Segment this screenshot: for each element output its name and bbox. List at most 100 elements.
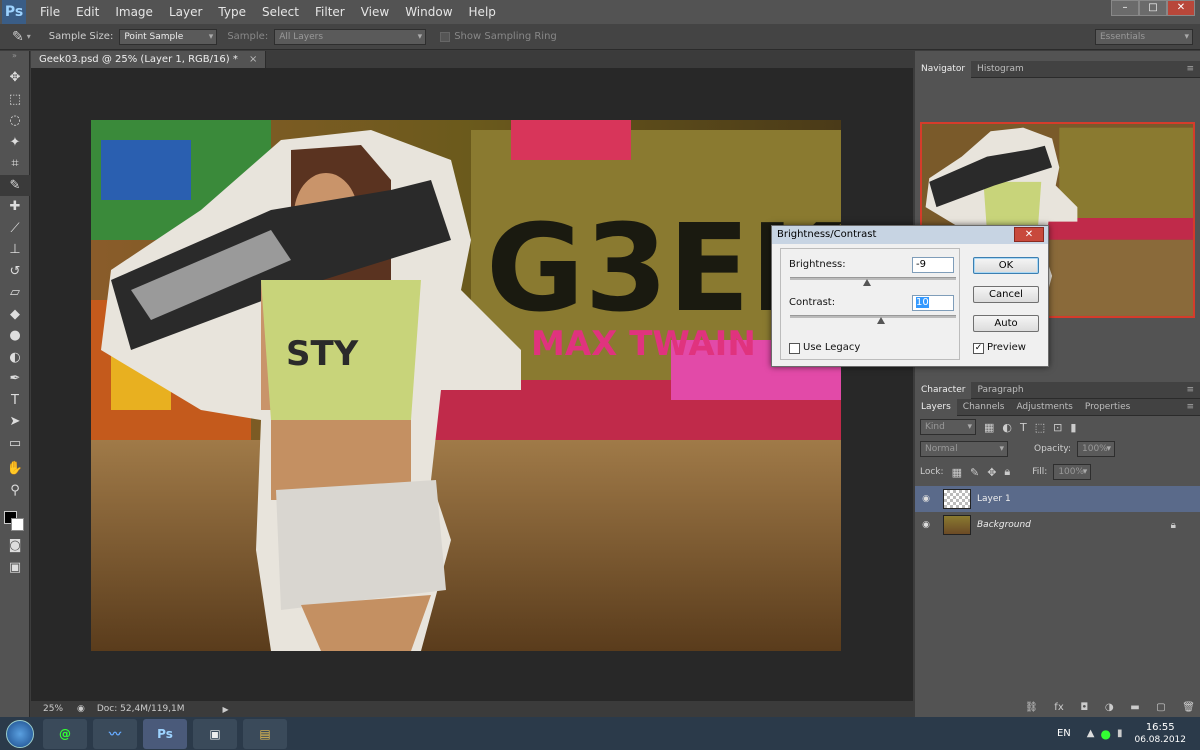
cancel-button[interactable]: Cancel <box>973 286 1039 303</box>
lock-all-icon[interactable]: 🔒︎ <box>1004 465 1010 479</box>
document-tab[interactable]: Geek03.psd @ 25% (Layer 1, RGB/16) * × <box>31 51 267 68</box>
menu-window[interactable]: Window <box>397 0 460 24</box>
language-indicator[interactable]: EN <box>1057 728 1071 739</box>
tab-adjustments[interactable]: Adjustments <box>1010 399 1078 416</box>
shape-filter-icon[interactable]: ⬚ <box>1035 421 1045 434</box>
hand-tool-icon[interactable]: ✋ <box>0 458 30 480</box>
toolbox-collapse-icon[interactable]: » <box>0 51 29 67</box>
adjustment-filter-icon[interactable]: ◐ <box>1002 421 1012 434</box>
taskbar-messenger-icon[interactable]: @ <box>43 718 87 749</box>
layers-panel-menu-icon[interactable]: ≡ <box>1186 402 1194 412</box>
zoom-level[interactable]: 25% <box>43 704 63 714</box>
menu-view[interactable]: View <box>353 0 397 24</box>
blur-tool-icon[interactable]: ● <box>0 325 30 347</box>
layer-row-background[interactable]: ◉ Background 🔒︎ <box>915 512 1200 538</box>
history-brush-tool-icon[interactable]: ↺ <box>0 261 30 283</box>
tab-layers[interactable]: Layers <box>915 398 957 416</box>
layer-kind-filter[interactable]: Kind <box>920 419 976 435</box>
dodge-tool-icon[interactable]: ◐ <box>0 347 30 369</box>
contrast-track[interactable] <box>790 315 956 318</box>
move-tool-icon[interactable]: ✥ <box>0 67 30 89</box>
document-tab-close-icon[interactable]: × <box>249 54 257 65</box>
menu-edit[interactable]: Edit <box>68 0 107 24</box>
menu-file[interactable]: File <box>32 0 68 24</box>
navigator-panel-menu-icon[interactable]: ≡ <box>1186 64 1194 74</box>
brightness-slider-thumb[interactable] <box>863 279 871 286</box>
contrast-input[interactable]: 10 <box>912 295 954 311</box>
lock-position-icon[interactable]: ✥ <box>987 466 996 479</box>
brightness-track[interactable] <box>790 277 956 280</box>
tray-network-icon[interactable]: ▮ <box>1117 728 1123 739</box>
status-menu-arrow-icon[interactable]: ▶ <box>223 705 229 714</box>
character-panel-menu-icon[interactable]: ≡ <box>1186 385 1194 395</box>
lasso-tool-icon[interactable]: ◌ <box>0 110 30 132</box>
brightness-input[interactable]: -9 <box>912 257 954 273</box>
new-group-icon[interactable]: ▬ <box>1130 702 1139 716</box>
background-color-swatch[interactable] <box>11 518 24 531</box>
type-filter-icon[interactable]: T <box>1020 421 1027 434</box>
eyedropper-icon[interactable]: ✎ <box>12 29 24 45</box>
menu-filter[interactable]: Filter <box>307 0 353 24</box>
image-canvas[interactable]: G3EK MAX TWAIN STY <box>91 120 841 651</box>
layer-mask-icon[interactable]: ◘ <box>1080 702 1088 716</box>
link-layers-icon[interactable]: ⛓ <box>1025 702 1038 716</box>
sampling-ring-checkbox[interactable] <box>440 31 451 42</box>
smart-object-filter-icon[interactable]: ⊡ <box>1053 421 1062 434</box>
tool-preset-chevron-icon[interactable]: ▾ <box>27 32 31 41</box>
fill-input[interactable]: 100% <box>1053 464 1092 480</box>
tab-histogram[interactable]: Histogram <box>971 61 1030 78</box>
color-swatches[interactable] <box>0 501 29 535</box>
paint-bucket-tool-icon[interactable]: ◆ <box>0 304 30 326</box>
tray-arrow-icon[interactable]: ▲ <box>1087 728 1095 739</box>
filter-toggle-icon[interactable]: ▮ <box>1070 421 1076 434</box>
tab-navigator[interactable]: Navigator <box>915 60 972 78</box>
layer-row-layer1[interactable]: ◉ Layer 1 <box>915 486 1200 512</box>
status-info-icon[interactable]: ◉ <box>77 704 85 714</box>
auto-button[interactable]: Auto <box>973 315 1039 332</box>
tab-character[interactable]: Character <box>915 381 972 399</box>
lock-image-icon[interactable]: ✎ <box>970 466 979 479</box>
contrast-slider-thumb[interactable] <box>877 317 885 324</box>
blend-mode-select[interactable]: Normal <box>920 441 1008 457</box>
tray-app-icon[interactable]: ● <box>1100 727 1110 741</box>
tab-properties[interactable]: Properties <box>1079 399 1136 416</box>
layer-style-icon[interactable]: fx <box>1054 702 1063 716</box>
start-button[interactable] <box>0 717 40 750</box>
crop-tool-icon[interactable]: ⌗ <box>0 153 30 175</box>
rectangle-tool-icon[interactable]: ▭ <box>0 433 30 455</box>
eyedropper-tool-icon[interactable]: ✎ <box>0 174 30 196</box>
eraser-tool-icon[interactable]: ▱ <box>0 282 30 304</box>
zoom-tool-icon[interactable]: ⚲ <box>0 480 30 502</box>
use-legacy-checkbox[interactable] <box>789 343 800 354</box>
dialog-close-button[interactable]: ✕ <box>1014 227 1044 242</box>
pixel-filter-icon[interactable]: ▦ <box>984 421 994 434</box>
taskbar-photoshop-icon[interactable]: Ps <box>143 718 187 749</box>
new-layer-icon[interactable]: ▢ <box>1156 702 1165 716</box>
delete-layer-icon[interactable]: 🗑︎ <box>1182 702 1195 716</box>
taskbar-monitor-icon[interactable]: 〰 <box>93 718 137 749</box>
dialog-titlebar[interactable]: Brightness/Contrast ✕ <box>772 226 1048 244</box>
menu-layer[interactable]: Layer <box>161 0 210 24</box>
minimize-button[interactable]: – <box>1111 0 1139 16</box>
menu-select[interactable]: Select <box>254 0 307 24</box>
quick-mask-icon[interactable]: ◙ <box>0 535 30 557</box>
menu-help[interactable]: Help <box>461 0 504 24</box>
lock-transparent-icon[interactable]: ▦ <box>952 466 962 479</box>
clock[interactable]: 16:55 06.08.2012 <box>1134 722 1186 746</box>
marquee-tool-icon[interactable]: ⬚ <box>0 89 30 111</box>
visibility-eye-icon[interactable]: ◉ <box>915 494 937 504</box>
type-tool-icon[interactable]: T <box>0 390 30 412</box>
taskbar-explorer-icon[interactable]: ▤ <box>243 718 287 749</box>
magic-wand-tool-icon[interactable]: ✦ <box>0 132 30 154</box>
path-selection-tool-icon[interactable]: ➤ <box>0 411 30 433</box>
menu-type[interactable]: Type <box>210 0 254 24</box>
visibility-eye-icon[interactable]: ◉ <box>915 520 937 530</box>
preview-checkbox[interactable]: ✓ <box>973 343 984 354</box>
brush-tool-icon[interactable]: ⟋ <box>0 218 30 240</box>
tab-channels[interactable]: Channels <box>957 399 1011 416</box>
taskbar-camera-icon[interactable]: ▣ <box>193 718 237 749</box>
sample-size-select[interactable]: Point Sample <box>119 28 218 45</box>
menu-image[interactable]: Image <box>107 0 161 24</box>
workspace-select[interactable]: Essentials <box>1095 28 1193 45</box>
healing-tool-icon[interactable]: ✚ <box>0 196 30 218</box>
